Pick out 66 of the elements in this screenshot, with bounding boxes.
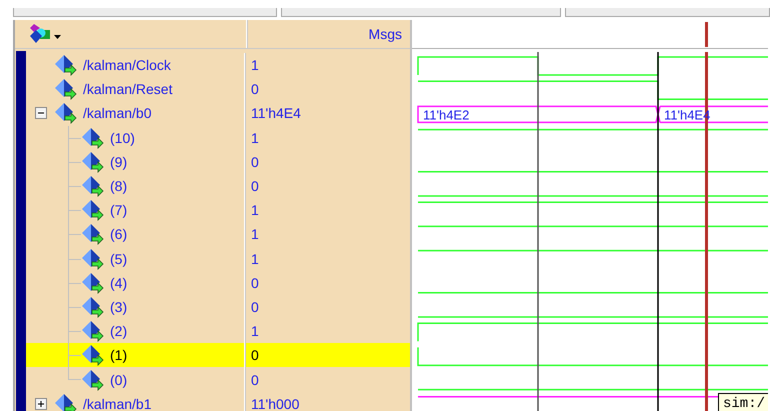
signal-row[interactable]: (10) 1 <box>26 126 410 150</box>
signal-row[interactable]: (0) 0 <box>26 367 410 392</box>
signal-name: (1) <box>110 347 128 364</box>
signal-name: /kalman/Clock <box>83 57 171 74</box>
signal-icon <box>54 54 77 76</box>
tooltip: sim:/ <box>718 393 768 411</box>
signal-value: 1 <box>251 226 259 242</box>
signal-value: 0 <box>251 274 259 291</box>
signal-icon <box>81 368 104 391</box>
signal-row[interactable]: /kalman/Reset 0 <box>26 77 410 102</box>
signal-icon <box>81 199 104 222</box>
signal-value: 0 <box>251 372 259 388</box>
signal-name: (0) <box>110 372 128 388</box>
signal-icon <box>54 78 77 100</box>
signal-value: 11'h4E4 <box>251 105 301 122</box>
signal-icon <box>81 248 104 270</box>
signal-name: (4) <box>110 274 128 291</box>
signal-row[interactable]: (5) 1 <box>26 246 410 271</box>
caret-icon[interactable] <box>54 35 61 39</box>
signal-row[interactable]: (1) 0 <box>26 343 410 368</box>
signal-icon <box>81 344 104 366</box>
signal-name: (8) <box>110 178 128 194</box>
signal-icon <box>81 272 104 294</box>
column-header: Msgs <box>368 26 402 42</box>
signal-value: 1 <box>251 57 259 74</box>
signal-name: /kalman/b0 <box>83 105 152 122</box>
signal-row[interactable]: (6) 1 <box>26 222 410 246</box>
signal-value: 0 <box>251 347 259 364</box>
signal-name: (6) <box>110 226 128 242</box>
signal-value: 0 <box>251 178 259 194</box>
signal-icon <box>81 296 104 318</box>
signal-name: /kalman/Reset <box>83 81 172 98</box>
signal-row[interactable]: (9) 0 <box>26 150 410 174</box>
signal-icon <box>81 175 104 198</box>
signal-name: /kalman/b1 <box>83 396 152 411</box>
signal-value: 11'h000 <box>251 396 300 411</box>
signal-name: (5) <box>110 250 128 267</box>
signal-row[interactable]: (7) 1 <box>26 198 410 222</box>
signal-value: 1 <box>251 323 259 340</box>
signal-name: (10) <box>110 130 135 146</box>
signal-value: 1 <box>251 250 259 267</box>
signal-row[interactable]: (8) 0 <box>26 174 410 198</box>
signal-row[interactable]: (4) 0 <box>26 270 410 295</box>
signal-row[interactable]: /kalman/Clock 1 <box>26 53 410 78</box>
signal-name: (7) <box>110 202 128 218</box>
signal-icon <box>81 223 104 246</box>
signal-value: 0 <box>251 154 259 170</box>
signal-value: 1 <box>251 202 259 218</box>
signal-icon <box>81 150 104 173</box>
signal-icon <box>81 126 104 149</box>
collapse-icon[interactable] <box>35 107 47 120</box>
signal-value: 0 <box>251 81 259 98</box>
signal-row[interactable]: /kalman/b1 11'h000 <box>26 392 410 411</box>
signal-value: 0 <box>251 298 259 315</box>
bus-value: 11'h4E2 <box>423 107 470 122</box>
signal-icon <box>81 320 104 342</box>
signal-icon <box>54 392 77 411</box>
signal-icon <box>54 102 77 124</box>
signal-value: 1 <box>251 130 259 146</box>
expand-icon[interactable] <box>35 398 47 410</box>
signal-row[interactable]: (3) 0 <box>26 294 410 320</box>
signal-name: (3) <box>110 298 128 315</box>
shapes-icon[interactable] <box>29 24 51 44</box>
signal-row[interactable]: /kalman/b0 11'h4E4 <box>26 101 410 126</box>
signal-name: (2) <box>110 323 128 340</box>
signal-name: (9) <box>110 154 128 170</box>
